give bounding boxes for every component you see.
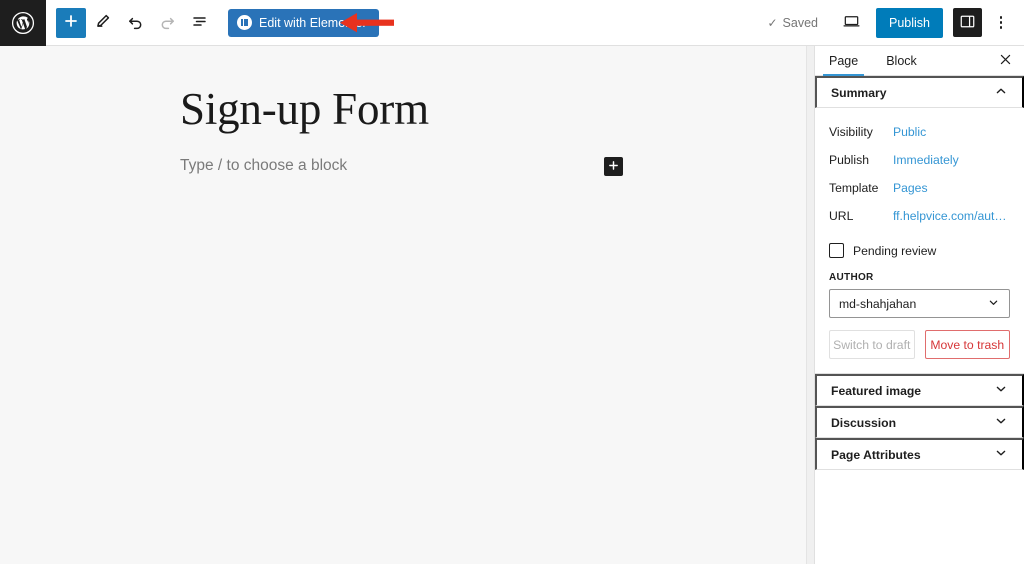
pending-review-checkbox[interactable] (829, 243, 844, 258)
template-label: Template (829, 181, 879, 195)
sidebar-tabs: Page Block (815, 46, 1024, 76)
settings-sidebar-toggle-button[interactable] (953, 8, 982, 37)
chevron-down-icon (994, 414, 1008, 431)
featured-image-panel-title: Featured image (831, 383, 922, 398)
ellipsis-dot (999, 21, 1003, 24)
editor-header: Edit with Elementor ✓ Saved Publish (0, 0, 1024, 46)
block-inserter-button[interactable] (604, 157, 623, 176)
wordpress-logo-icon (11, 11, 35, 35)
list-view-button[interactable] (184, 8, 214, 38)
discussion-panel-title: Discussion (831, 415, 897, 430)
editor-canvas[interactable]: Sign-up Form Type / to choose a block (0, 46, 806, 564)
more-options-button[interactable] (986, 6, 1016, 40)
tab-block[interactable]: Block (872, 46, 931, 75)
plus-icon (63, 13, 79, 32)
summary-panel-title: Summary (831, 85, 887, 100)
publish-button[interactable]: Publish (876, 7, 943, 38)
summary-row-url: URL ff.helpvice.com/auto-… (829, 202, 1010, 230)
header-right-group: ✓ Saved Publish (767, 6, 1024, 40)
tab-page-label: Page (829, 53, 859, 68)
author-label: AUTHOR (829, 272, 874, 283)
author-select[interactable]: md-shahjahan (829, 289, 1010, 318)
redo-button[interactable] (152, 8, 182, 38)
list-view-icon (191, 13, 208, 33)
publish-value-button[interactable]: Immediately (893, 153, 959, 167)
summary-row-visibility: Visibility Public (829, 118, 1010, 146)
saved-indicator: ✓ Saved (767, 16, 818, 30)
pending-review-row[interactable]: Pending review (815, 243, 1024, 258)
close-icon (999, 53, 1012, 69)
empty-block-placeholder[interactable]: Type / to choose a block (180, 157, 347, 175)
discussion-panel-header[interactable]: Discussion (815, 406, 1024, 438)
laptop-icon (842, 12, 861, 34)
add-block-button[interactable] (56, 7, 86, 38)
page-attributes-panel-title: Page Attributes (831, 447, 921, 462)
chevron-down-icon (987, 296, 1000, 312)
move-to-trash-button[interactable]: Move to trash (924, 330, 1010, 359)
plus-icon (608, 159, 619, 174)
sidebar-gutter (806, 46, 814, 564)
chevron-down-icon (994, 446, 1008, 463)
pencil-icon (95, 13, 111, 32)
featured-image-panel-header[interactable]: Featured image (815, 374, 1024, 406)
page-attributes-panel-header[interactable]: Page Attributes (815, 438, 1024, 470)
edit-with-elementor-label: Edit with Elementor (259, 15, 367, 30)
post-title[interactable]: Sign-up Form (180, 83, 429, 135)
settings-sidebar: Page Block Summary Visibility Public Pub… (814, 46, 1024, 564)
sidebar-panel-icon (959, 13, 976, 33)
wordpress-logo-button[interactable] (0, 0, 46, 46)
ellipsis-dot (999, 26, 1003, 29)
tab-block-label: Block (886, 53, 917, 68)
wordpress-block-editor: Edit with Elementor ✓ Saved Publish Sign… (0, 0, 1024, 564)
summary-row-template: Template Pages (829, 174, 1010, 202)
close-sidebar-button[interactable] (990, 46, 1020, 75)
summary-row-publish: Publish Immediately (829, 146, 1010, 174)
editor-tools-group (56, 7, 214, 38)
edit-with-elementor-button[interactable]: Edit with Elementor (228, 8, 379, 37)
summary-panel-body: Visibility Public Publish Immediately Te… (815, 108, 1024, 236)
pending-review-label: Pending review (853, 243, 937, 258)
chevron-down-icon (994, 382, 1008, 399)
publish-label: Publish (829, 153, 869, 167)
preview-button[interactable] (834, 6, 868, 40)
author-selected-value: md-shahjahan (839, 296, 917, 311)
redo-icon (159, 13, 176, 33)
summary-panel-header[interactable]: Summary (815, 76, 1024, 108)
post-action-buttons: Switch to draft Move to trash (815, 318, 1024, 373)
template-value-button[interactable]: Pages (893, 181, 928, 195)
tab-page[interactable]: Page (815, 46, 872, 76)
elementor-logo-icon (237, 15, 252, 30)
ellipsis-dot (999, 16, 1003, 19)
undo-icon (127, 13, 144, 33)
publish-label: Publish (889, 15, 930, 30)
undo-button[interactable] (120, 8, 150, 38)
chevron-up-icon (994, 84, 1008, 101)
tools-button[interactable] (88, 8, 118, 38)
saved-label: Saved (782, 15, 818, 30)
url-label: URL (829, 209, 854, 223)
url-value-button[interactable]: ff.helpvice.com/auto-… (893, 209, 1010, 223)
visibility-value-button[interactable]: Public (893, 125, 926, 139)
switch-to-draft-button[interactable]: Switch to draft (829, 330, 915, 359)
check-icon: ✓ (767, 15, 778, 30)
visibility-label: Visibility (829, 125, 873, 139)
